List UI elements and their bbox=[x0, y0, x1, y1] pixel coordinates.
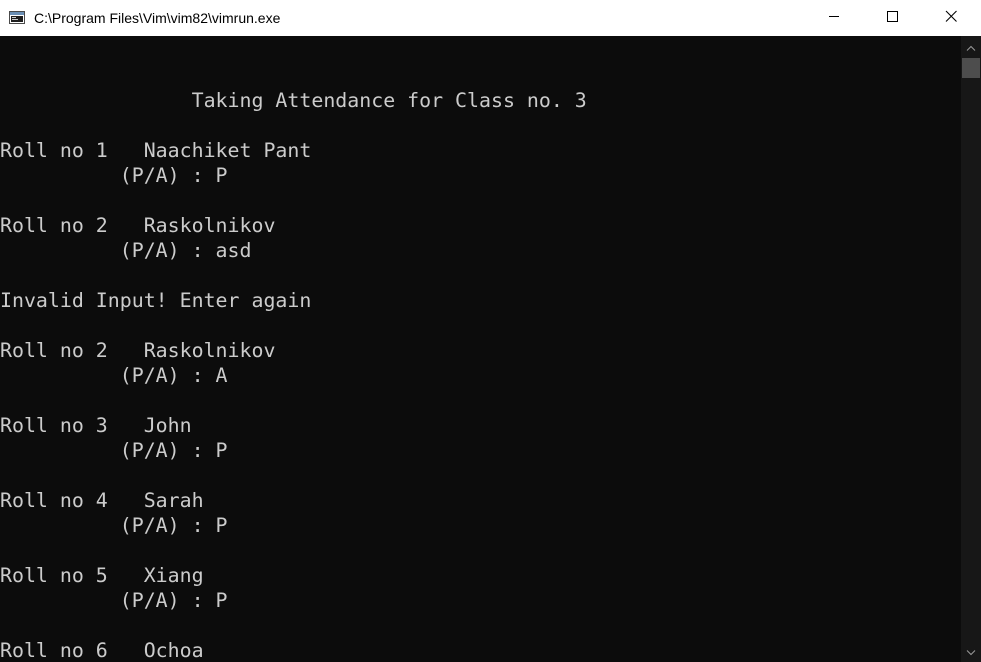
console-line-prompt: (P/A) : asd bbox=[0, 239, 252, 262]
console-line-roll: Roll no 4 Sarah bbox=[0, 489, 204, 512]
console-line-prompt: (P/A) : A bbox=[0, 364, 228, 387]
console-line-roll: Roll no 3 John bbox=[0, 414, 192, 437]
console-line-roll: Roll no 1 Naachiket Pant bbox=[0, 139, 312, 162]
console-line-prompt: (P/A) : P bbox=[0, 439, 228, 462]
maximize-button[interactable] bbox=[863, 0, 921, 36]
close-button[interactable] bbox=[921, 0, 981, 36]
minimize-icon bbox=[828, 9, 840, 27]
scroll-up-button[interactable] bbox=[961, 38, 981, 55]
console-line-roll: Roll no 5 Xiang bbox=[0, 564, 204, 587]
minimize-button[interactable] bbox=[805, 0, 863, 36]
title-bar[interactable]: C:\Program Files\Vim\vim82\vimrun.exe bbox=[0, 0, 981, 36]
scroll-thumb[interactable] bbox=[962, 58, 980, 78]
console-line-roll: Roll no 2 Raskolnikov bbox=[0, 214, 276, 237]
console-line-roll: Roll no 2 Raskolnikov bbox=[0, 339, 276, 362]
console-line-heading: Taking Attendance for Class no. 3 bbox=[0, 89, 587, 112]
console-line-roll: Roll no 6 Ochoa bbox=[0, 639, 204, 662]
vertical-scrollbar[interactable] bbox=[961, 36, 981, 662]
console-output[interactable]: Taking Attendance for Class no. 3 Roll n… bbox=[0, 36, 961, 662]
scroll-down-arrow-icon bbox=[966, 643, 976, 661]
console-window: C:\Program Files\Vim\vim82\vimrun.exe Ta… bbox=[0, 0, 981, 662]
scroll-down-button[interactable] bbox=[961, 643, 981, 660]
console-line-prompt: (P/A) : P bbox=[0, 589, 228, 612]
window-title: C:\Program Files\Vim\vim82\vimrun.exe bbox=[34, 10, 281, 26]
console-line-error: Invalid Input! Enter again bbox=[0, 289, 312, 312]
console-line-prompt: (P/A) : P bbox=[0, 164, 228, 187]
maximize-icon bbox=[886, 9, 898, 27]
console-window-icon bbox=[9, 11, 25, 24]
scroll-up-arrow-icon bbox=[966, 38, 976, 56]
console-line-prompt: (P/A) : P bbox=[0, 514, 228, 537]
close-icon bbox=[945, 9, 957, 27]
